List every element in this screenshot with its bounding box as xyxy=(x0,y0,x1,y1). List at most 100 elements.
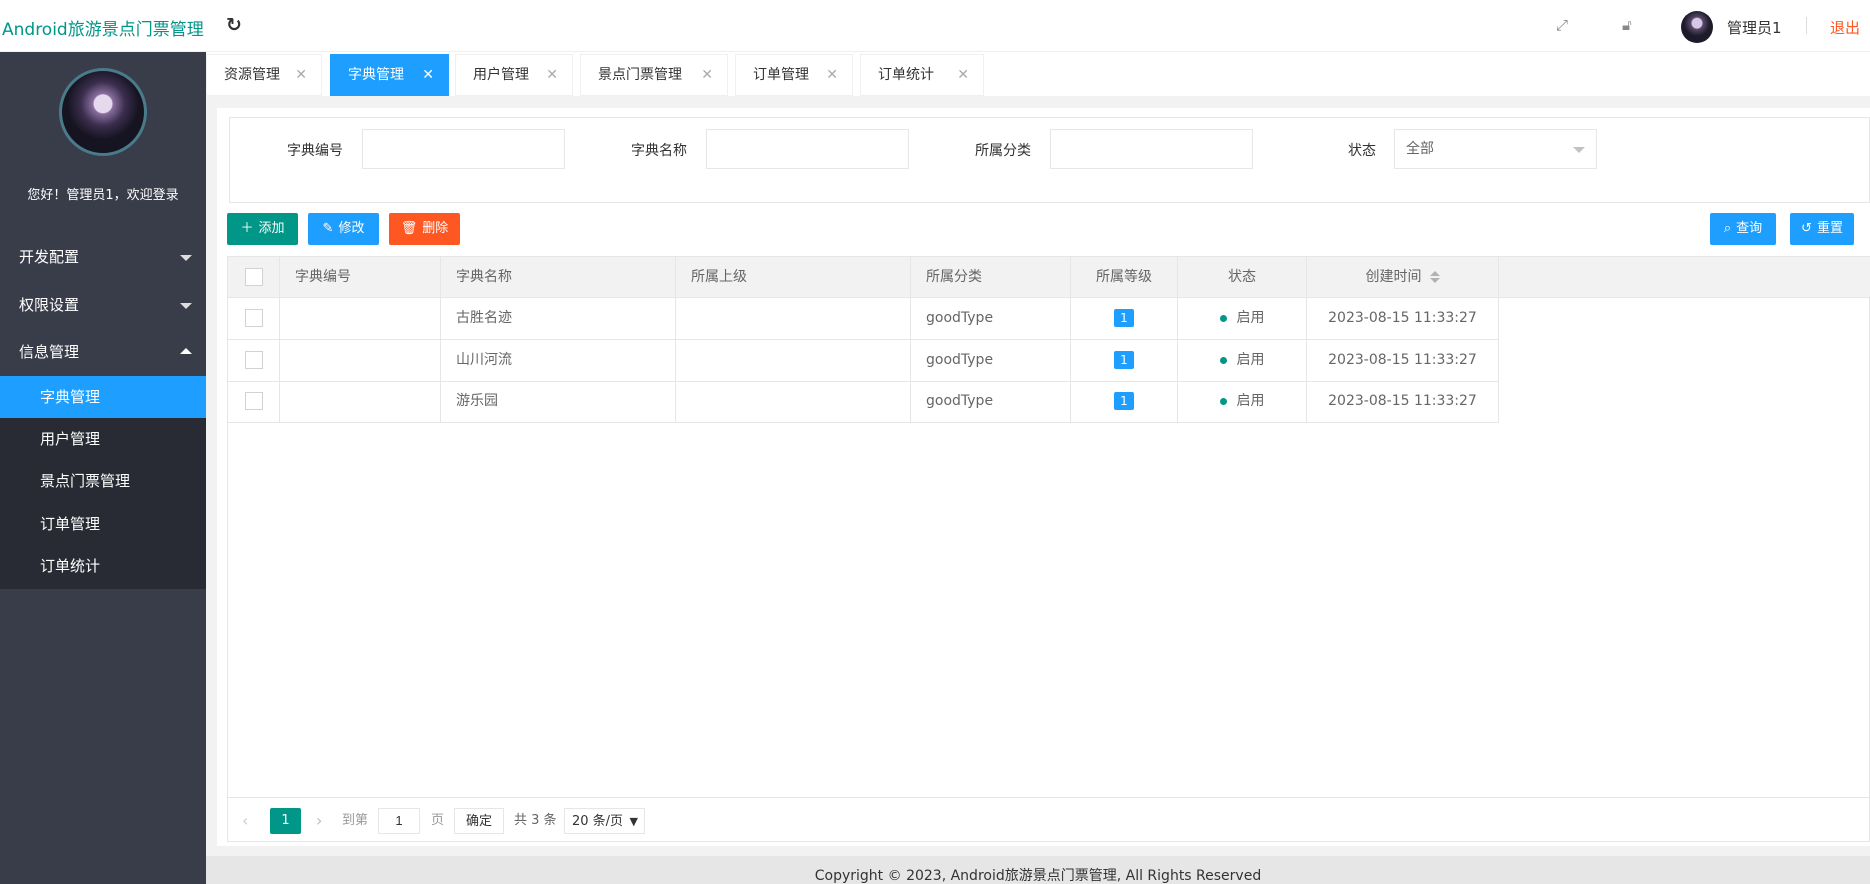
dict-code-input[interactable] xyxy=(362,129,565,169)
cell-category: goodType xyxy=(911,381,1071,422)
cell-category: goodType xyxy=(911,340,1071,381)
col-level: 所属等级 xyxy=(1071,257,1178,298)
close-icon[interactable]: ✕ xyxy=(957,55,969,95)
sidebar-item-dictionary[interactable]: 字典管理 xyxy=(0,376,206,418)
caret-down-icon xyxy=(180,303,192,309)
goto-label: 到第 xyxy=(342,813,369,828)
level-badge: 1 xyxy=(1114,392,1134,410)
col-created-label: 创建时间 xyxy=(1365,269,1422,285)
row-checkbox-cell[interactable] xyxy=(228,381,280,422)
tab-resources[interactable]: 资源管理 ✕ xyxy=(206,54,322,96)
chevron-down-icon: ▼ xyxy=(629,815,638,828)
menu-info-management[interactable]: 信息管理 xyxy=(0,332,206,372)
refresh-icon[interactable]: ↻ xyxy=(226,15,242,35)
status-dot-icon xyxy=(1219,314,1227,322)
status-select-value: 全部 xyxy=(1406,141,1434,157)
row-checkbox-cell[interactable] xyxy=(228,298,280,339)
edit-button[interactable]: ✎ 修改 xyxy=(308,213,379,245)
sort-icon[interactable] xyxy=(1429,271,1440,283)
status-text: 启用 xyxy=(1236,352,1265,368)
sidebar-item-tickets[interactable]: 景点门票管理 xyxy=(0,460,206,502)
top-header: Android旅游景点门票管理 ↻ ⤢ 🔓︎ 管理员1 退出 xyxy=(0,0,1870,52)
col-category: 所属分类 xyxy=(911,257,1071,298)
close-icon[interactable]: ✕ xyxy=(826,55,838,95)
dict-name-label: 字典名称 xyxy=(631,143,687,159)
cell-parent xyxy=(676,381,911,422)
sidebar-avatar xyxy=(59,68,147,156)
caret-up-icon xyxy=(180,348,192,354)
cell-parent xyxy=(676,298,911,339)
query-button-label: 查询 xyxy=(1736,221,1763,236)
category-input[interactable] xyxy=(1050,129,1253,169)
col-created[interactable]: 创建时间 xyxy=(1307,257,1499,298)
cell-status: 启用 xyxy=(1178,381,1307,422)
tab-dictionary[interactable]: 字典管理 ✕ xyxy=(330,54,449,96)
cell-status: 启用 xyxy=(1178,298,1307,339)
menu-permissions[interactable]: 权限设置 xyxy=(0,285,206,325)
copyright-text: Copyright © 2023, Android旅游景点门票管理, All R… xyxy=(814,868,1262,884)
cell-code xyxy=(280,298,441,339)
sidebar-item-order-stats[interactable]: 订单统计 xyxy=(0,545,206,587)
menu-label: 开发配置 xyxy=(19,248,80,266)
cell-name: 游乐园 xyxy=(441,381,676,422)
checkbox[interactable] xyxy=(244,351,263,369)
cell-level: 1 xyxy=(1071,298,1178,339)
prev-page-icon[interactable]: ‹ xyxy=(242,808,248,834)
checkbox[interactable] xyxy=(244,309,263,327)
cell-created: 2023-08-15 11:33:27 xyxy=(1307,298,1499,339)
cell-created: 2023-08-15 11:33:27 xyxy=(1307,340,1499,381)
menu-label: 权限设置 xyxy=(19,296,80,314)
sidebar-item-orders[interactable]: 订单管理 xyxy=(0,503,206,545)
status-select[interactable]: 全部 xyxy=(1394,129,1597,169)
close-icon[interactable]: ✕ xyxy=(701,55,713,95)
next-page-icon[interactable]: › xyxy=(316,808,322,834)
cell-level: 1 xyxy=(1071,340,1178,381)
close-icon[interactable]: ✕ xyxy=(546,55,558,95)
tab-label: 资源管理 xyxy=(224,67,280,83)
tab-label: 订单管理 xyxy=(753,67,809,83)
goto-confirm-button[interactable]: 确定 xyxy=(454,808,504,834)
col-status: 状态 xyxy=(1178,257,1307,298)
dict-code-label: 字典编号 xyxy=(287,143,343,159)
search-icon: ⌕ xyxy=(1723,221,1732,236)
status-text: 启用 xyxy=(1236,310,1265,326)
close-icon[interactable]: ✕ xyxy=(422,55,434,95)
row-checkbox-cell[interactable] xyxy=(228,340,280,381)
cell-status: 启用 xyxy=(1178,340,1307,381)
header-divider xyxy=(1806,17,1807,34)
menu-label: 信息管理 xyxy=(19,343,80,361)
page-size-select[interactable]: 20 条/页 ▼ xyxy=(564,808,645,834)
col-dict-code: 字典编号 xyxy=(280,257,441,298)
query-button[interactable]: ⌕ 查询 xyxy=(1710,213,1776,245)
status-label: 状态 xyxy=(1348,143,1376,159)
logout-link[interactable]: 退出 xyxy=(1830,17,1860,38)
edit-button-label: 修改 xyxy=(338,221,365,236)
header-username[interactable]: 管理员1 xyxy=(1727,17,1782,38)
menu-dev-config[interactable]: 开发配置 xyxy=(0,237,206,277)
sidebar-item-users[interactable]: 用户管理 xyxy=(0,418,206,460)
category-label: 所属分类 xyxy=(975,143,1031,159)
plus-icon: ＋ xyxy=(240,221,254,236)
header-select-all[interactable] xyxy=(228,257,280,298)
tab-tickets[interactable]: 景点门票管理 ✕ xyxy=(580,54,728,96)
tab-users[interactable]: 用户管理 ✕ xyxy=(455,54,573,96)
delete-button[interactable]: 🗑︎ 删除 xyxy=(389,213,460,245)
reset-icon: ↺ xyxy=(1801,221,1812,236)
reset-button[interactable]: ↺ 重置 xyxy=(1790,213,1854,245)
dict-name-input[interactable] xyxy=(706,129,909,169)
checkbox[interactable] xyxy=(244,392,263,410)
fullscreen-icon[interactable]: ⤢ xyxy=(1556,16,1568,34)
add-button[interactable]: ＋ 添加 xyxy=(227,213,298,245)
level-badge: 1 xyxy=(1114,309,1134,327)
tab-label: 订单统计 xyxy=(878,67,934,83)
tab-orders[interactable]: 订单管理 ✕ xyxy=(735,54,853,96)
goto-page-input[interactable] xyxy=(378,808,420,834)
pencil-icon: ✎ xyxy=(322,221,334,236)
checkbox[interactable] xyxy=(244,268,263,286)
page-number-current[interactable]: 1 xyxy=(270,808,301,834)
reset-button-label: 重置 xyxy=(1816,221,1843,236)
user-avatar[interactable] xyxy=(1681,11,1713,43)
close-icon[interactable]: ✕ xyxy=(295,55,307,95)
tab-order-stats[interactable]: 订单统计 ✕ xyxy=(860,54,984,96)
lock-icon[interactable]: 🔓︎ xyxy=(1622,16,1632,34)
